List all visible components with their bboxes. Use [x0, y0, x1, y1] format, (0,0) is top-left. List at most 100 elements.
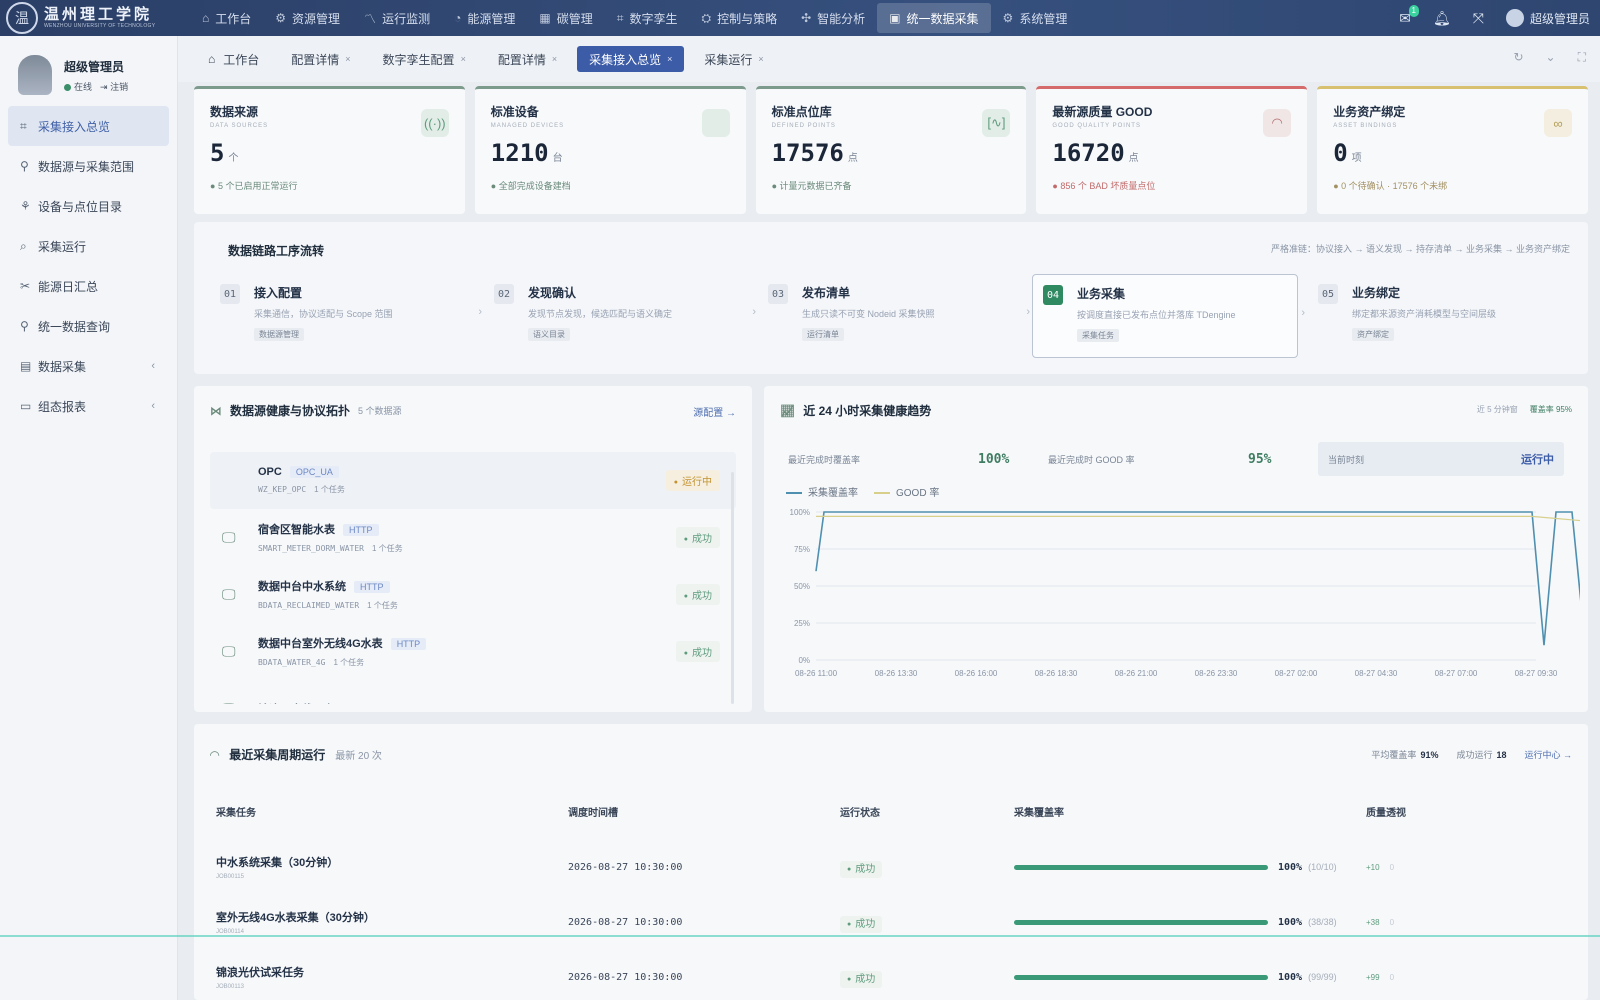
- tab-2[interactable]: 数字孪生配置 ×: [371, 46, 478, 72]
- trend-panel: 📈︎ 近 24 小时采集健康趋势 近 5 分钟窗 覆盖率 95% 最近完成时覆盖率 …: [764, 386, 1588, 712]
- x-tick-label: 08-27 09:30: [1515, 669, 1558, 678]
- brand-logo[interactable]: 温 温州理工学院 WENZHOU UNIVERSITY OF TECHNOLOG…: [0, 2, 190, 34]
- table-row[interactable]: 室外无线4G水表采集（30分钟） JOB00114 2026-08-27 10:30…: [216, 895, 1576, 949]
- menu-label: 采集接入总览: [38, 119, 111, 134]
- stat-icon: [∿]: [982, 109, 1011, 137]
- bell-icon[interactable]: 🔔︎: [1433, 10, 1451, 27]
- table-row[interactable]: 中水系统采集（30分钟） JOB00115 2026-08-27 10:30:00 成…: [216, 840, 1576, 894]
- column-header[interactable]: 调度时间槽: [568, 804, 840, 819]
- stat-card[interactable]: 标准点位库 DEFINED POINTS 17576 点 ● 计量元数据已齐备 [∿]: [755, 86, 1027, 214]
- nav-item-0[interactable]: ⌂ 工作台: [190, 3, 263, 33]
- chevron-down-icon[interactable]: ⌄: [1546, 50, 1556, 65]
- close-icon[interactable]: ×: [758, 54, 763, 64]
- sidebar-item-0[interactable]: ⌗ 采集接入总览: [8, 106, 169, 146]
- nav-item-5[interactable]: ⌗ 数字孪生: [605, 3, 690, 33]
- flow-step[interactable]: 02 发现确认 发现节点发现，候选匹配与语义确定 语义目录 ›: [484, 274, 756, 358]
- stat-card[interactable]: 最新源质量 GOOD GOOD QUALITY POINTS 16720 点 ● 856…: [1036, 86, 1308, 214]
- coverage-percent: 100%: [1278, 971, 1303, 983]
- task-name: 锦浪光伏试采任务: [216, 967, 304, 979]
- stat-card[interactable]: 业务资产绑定 ASSET BINDINGS 0 项 ● 0 个待确认 · 17576 个…: [1317, 86, 1588, 214]
- close-icon[interactable]: ×: [667, 54, 672, 64]
- coverage-fraction: (99/99): [1308, 972, 1337, 982]
- column-header[interactable]: 质量透视: [1366, 804, 1546, 819]
- sidebar-item-2[interactable]: ⚘ 设备与点位目录: [0, 186, 177, 226]
- metric-coverage-label: 最近完成时覆盖率: [788, 454, 861, 465]
- source-config-link[interactable]: 源配置 →: [693, 404, 736, 419]
- source-item[interactable]: 🖵︎ 数据中台室外无线4G水表 HTTP BDATA_WATER_4G1 个任务 成功: [210, 623, 736, 680]
- menu-icon: ▭: [20, 399, 32, 413]
- nav-item-6[interactable]: ⛭ 控制与策略: [689, 3, 789, 33]
- sidebar-item-4[interactable]: ✂ 能源日汇总: [0, 266, 177, 306]
- nav-item-4[interactable]: ▦ 碳管理: [527, 3, 604, 33]
- run-center-link[interactable]: 运行中心 →: [1524, 748, 1572, 761]
- menu-icon: ⌕: [20, 238, 27, 253]
- tab-5[interactable]: 采集运行 ×: [692, 46, 775, 72]
- tab-0[interactable]: ⌂ 工作台: [196, 46, 271, 72]
- stat-card[interactable]: 标准设备 MANAGED DEVICES 1210 台 ● 全部完成设备建档: [474, 86, 746, 214]
- step-tag[interactable]: 资产绑定: [1352, 328, 1394, 341]
- close-icon[interactable]: ×: [461, 54, 466, 64]
- chevron-right-icon: ›: [1026, 306, 1030, 318]
- close-icon[interactable]: ×: [552, 54, 557, 64]
- nav-item-1[interactable]: ⚙ 资源管理: [263, 3, 352, 33]
- nav-item-7[interactable]: ✣ 智能分析: [789, 3, 877, 33]
- sidebar-item-5[interactable]: ⚲ 统一数据查询: [0, 306, 177, 346]
- logout-link[interactable]: ⇥ 注销: [100, 80, 128, 93]
- bad-count: 0: [1389, 917, 1395, 927]
- nav-label: 能源管理: [467, 11, 516, 26]
- legend-good[interactable]: GOOD 率: [874, 484, 939, 499]
- sidebar-item-7[interactable]: ▭ 组态报表 ‹: [0, 386, 177, 426]
- nav-item-8[interactable]: ▣ 统一数据采集: [877, 3, 991, 33]
- sidebar-item-1[interactable]: ⚲ 数据源与采集范围: [0, 146, 177, 186]
- cycle-icon: ◠: [210, 747, 220, 762]
- nav-item-2[interactable]: 〽运行监测: [352, 3, 442, 33]
- tab-4[interactable]: 采集接入总览 ×: [577, 46, 685, 72]
- column-header[interactable]: 采集覆盖率: [1014, 804, 1366, 819]
- source-item[interactable]: 🖵︎ 锦浪云光伏平台 HTTP: [210, 680, 736, 704]
- x-tick-label: 08-27 07:00: [1435, 669, 1478, 678]
- maximize-icon[interactable]: ⛶: [1578, 50, 1586, 65]
- close-icon[interactable]: ×: [345, 54, 350, 64]
- source-item[interactable]: OPC OPC_UA WZ_KEP_OPC1 个任务 运行中: [210, 452, 736, 509]
- step-tag[interactable]: 运行清单: [802, 328, 844, 341]
- schedule-time: 2026-08-27 10:30:00: [568, 972, 683, 983]
- step-tag[interactable]: 采集任务: [1077, 329, 1119, 342]
- sidebar-item-6[interactable]: ▤ 数据采集 ‹: [0, 346, 177, 386]
- user-menu[interactable]: 超级管理员: [1505, 9, 1590, 27]
- notification-center-icon[interactable]: ✉ 1: [1399, 4, 1419, 27]
- tab-1[interactable]: 配置详情 ×: [279, 46, 362, 72]
- coverage-label: 覆盖率 95%: [1529, 405, 1572, 414]
- nav-item-9[interactable]: ⚙ 系统管理: [991, 3, 1080, 33]
- tab-3[interactable]: 配置详情 ×: [486, 46, 569, 72]
- flow-step[interactable]: 04 业务采集 按调度直接已发布点位并落库 TDengine 采集任务 ›: [1032, 274, 1305, 358]
- status-badge: 成功: [675, 584, 720, 605]
- chevron-right-icon: ›: [752, 306, 756, 318]
- refresh-icon[interactable]: ↻: [1513, 50, 1523, 65]
- stat-card[interactable]: 数据来源 DATA SOURCES 5 个 ● 5 个已启用正常运行 ((·)): [194, 86, 465, 214]
- current-status-value: 运行中: [1521, 454, 1554, 466]
- fullscreen-icon[interactable]: ⤧: [1473, 10, 1484, 27]
- legend-coverage[interactable]: 采集覆盖率: [786, 484, 858, 499]
- step-tag[interactable]: 语义目录: [528, 328, 570, 341]
- flow-step[interactable]: 03 发布清单 生成只读不可变 Nodeid 采集快照 运行清单 ›: [758, 274, 1030, 358]
- table-row[interactable]: 锦浪光伏试采任务 JOB00113 2026-08-27 10:30:00 成功 100…: [216, 950, 1576, 1000]
- column-header[interactable]: 运行状态: [840, 804, 1014, 819]
- school-seal-icon: 温: [6, 2, 38, 34]
- flow-step[interactable]: 05 业务绑定 绑定都来源资产消耗模型与空间层级 资产绑定: [1308, 274, 1572, 358]
- x-tick-label: 08-26 16:00: [955, 669, 998, 678]
- sidebar-item-3[interactable]: ⌕ 采集运行: [0, 226, 177, 266]
- main-nav: ⌂ 工作台 ⚙ 资源管理〽运行监测 ◔ 能源管理 ▦ 碳管理 ⌗ 数字孪生 ⛭ 控制与策略 ✣ 智能分析 ▣…: [190, 0, 1079, 36]
- source-item[interactable]: 🖵︎ 宿舍区智能水表 HTTP SMART_METER_DORM_WATER 1 个任务…: [210, 509, 736, 566]
- step-number: 02: [494, 284, 514, 304]
- trend-chart: 100% 75% 50% 25% 0% 08-26 11:00 08-26 13:30 08-…: [790, 508, 1580, 678]
- column-header[interactable]: 采集任务: [216, 804, 568, 819]
- step-name: 发现确认: [528, 286, 577, 300]
- nav-item-3[interactable]: ◔ 能源管理: [442, 3, 527, 33]
- menu-label: 组态报表: [38, 399, 87, 414]
- success-runs: 成功运行 18: [1456, 750, 1507, 760]
- step-tag[interactable]: 数据源管理: [254, 328, 304, 341]
- menu-label: 设备与点位目录: [38, 199, 123, 214]
- source-item[interactable]: 🖵︎ 数据中台中水系统 HTTP BDATA_RECLAIMED_WATER 1 个任务…: [210, 566, 736, 623]
- flow-step[interactable]: 01 接入配置 采集通信，协议适配与 Scope 范围 数据源管理 ›: [210, 274, 482, 358]
- scrollbar[interactable]: [731, 472, 734, 704]
